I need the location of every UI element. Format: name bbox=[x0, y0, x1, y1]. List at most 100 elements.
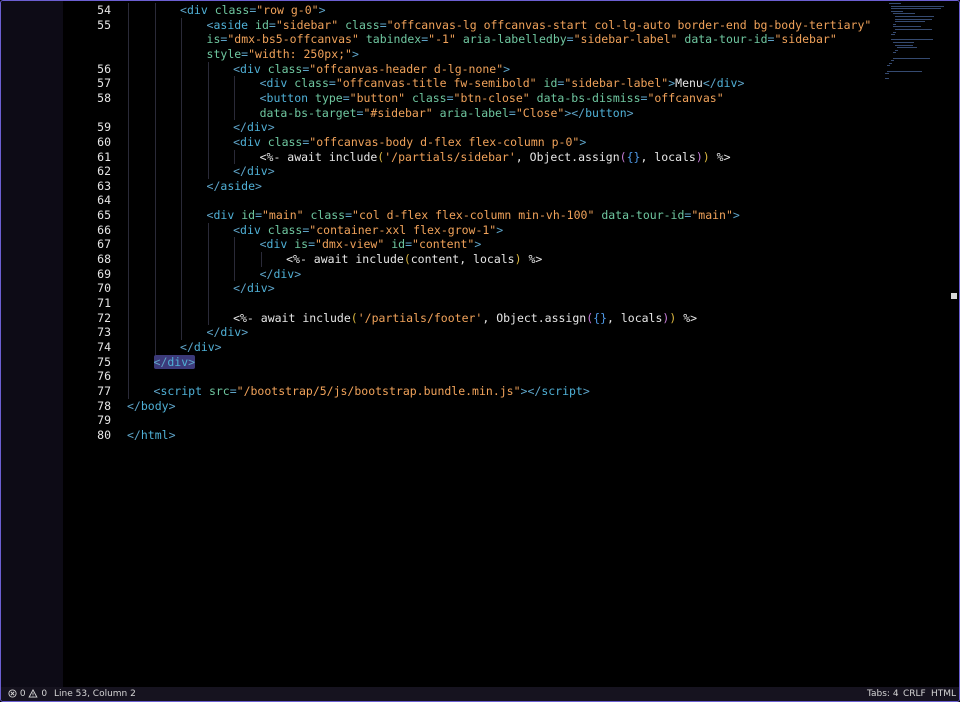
code-line[interactable]: 75 </div> bbox=[63, 354, 953, 370]
code-line[interactable]: 65 <div id="main" class="col d-flex flex-… bbox=[63, 208, 953, 223]
minimap-line bbox=[885, 78, 889, 80]
code-token: > bbox=[267, 164, 275, 179]
code-line[interactable]: data-bs-target="#sidebar" aria-label="Cl… bbox=[63, 106, 953, 121]
error-icon bbox=[8, 689, 17, 698]
code-line[interactable]: 69 </div> bbox=[63, 267, 953, 282]
line-code: </div> bbox=[153, 354, 196, 370]
line-code: </div> bbox=[233, 164, 275, 179]
code-token: "dmx-bs5-offcanvas" bbox=[227, 32, 359, 47]
code-token: = bbox=[508, 105, 516, 120]
tab-size[interactable]: Tabs: 4 bbox=[867, 687, 899, 701]
code-token: > bbox=[474, 237, 482, 252]
line-number: 66 bbox=[97, 222, 111, 237]
line-code: <script src="/bootstrap/5/js/bootstrap.b… bbox=[154, 384, 590, 399]
code-line[interactable]: 77 <script src="/bootstrap/5/js/bootstrap… bbox=[63, 384, 953, 399]
code-token: div bbox=[167, 354, 189, 369]
minimap-line bbox=[893, 13, 915, 15]
line-code: style="width: 250px;"> bbox=[207, 47, 359, 62]
code-token: < bbox=[259, 237, 267, 252]
code-token: "sidebar-label" bbox=[573, 32, 678, 47]
code-line[interactable]: 66 <div class="container-xxl flex-grow-1"… bbox=[63, 223, 953, 238]
code-token: = bbox=[268, 17, 276, 32]
code-line[interactable]: 73 </div> bbox=[63, 325, 953, 340]
code-token: is bbox=[206, 32, 221, 47]
code-token: "sidebar" bbox=[275, 17, 339, 32]
code-line[interactable]: 62 </div> bbox=[63, 164, 953, 179]
code-token: "btn-close" bbox=[453, 90, 530, 105]
code-line[interactable]: 56 <div class="offcanvas-header d-lg-none… bbox=[63, 62, 953, 77]
code-line[interactable]: 68 <%- await include(content, locals) %> bbox=[63, 252, 953, 267]
code-token: ( bbox=[619, 149, 627, 164]
minimap[interactable] bbox=[881, 3, 951, 111]
code-line[interactable]: 64 bbox=[63, 193, 953, 208]
warning-icon bbox=[28, 689, 39, 698]
code-line[interactable]: 78 </body> bbox=[63, 399, 953, 414]
code-line[interactable]: 80 </html> bbox=[63, 428, 953, 443]
code-token: ) bbox=[514, 252, 522, 267]
minimap-line bbox=[885, 73, 889, 75]
code-editor[interactable]: 54 <div class="row g-0"> 55 <aside id="side… bbox=[63, 1, 959, 687]
code-line[interactable]: 55 <aside id="sidebar" class="offcanvas-l… bbox=[63, 18, 953, 33]
code-token: </ bbox=[259, 266, 274, 281]
problems-indicator[interactable]: 0 0 bbox=[8, 687, 47, 701]
code-line[interactable]: 79 bbox=[63, 413, 953, 428]
code-line[interactable]: 58 <button type="button" class="btn-close… bbox=[63, 91, 953, 106]
code-token: < bbox=[233, 222, 241, 237]
code-line[interactable]: 61 <%- await include ('/partials/sidebar',… bbox=[63, 150, 953, 165]
code-line[interactable]: 59 </div> bbox=[63, 120, 953, 135]
line-number: 80 bbox=[97, 427, 111, 442]
code-token: script bbox=[160, 383, 202, 398]
warning-count: 0 bbox=[41, 689, 48, 699]
line-number: 74 bbox=[97, 339, 111, 354]
code-line[interactable]: style="width: 250px;"> bbox=[63, 47, 953, 62]
code-token: </ bbox=[206, 325, 221, 340]
minimap-line bbox=[893, 52, 897, 54]
code-line[interactable]: 63 </aside> bbox=[63, 179, 953, 194]
code-line[interactable]: 57 <div class="offcanvas-title fw-semibol… bbox=[63, 76, 953, 91]
code-line[interactable]: 67 <div is="dmx-view" id="content"> bbox=[63, 237, 953, 252]
code-token: "main" bbox=[262, 208, 304, 223]
code-line[interactable]: 60 <div class="offcanvas-body d-flex flex… bbox=[63, 135, 953, 150]
line-number: 62 bbox=[97, 164, 111, 179]
code-token: button bbox=[266, 90, 309, 105]
code-token: script bbox=[541, 383, 583, 398]
code-token: < bbox=[180, 3, 187, 17]
line-code: </div> bbox=[260, 267, 302, 282]
code-token: > bbox=[318, 3, 326, 17]
cursor-position[interactable]: Line 53, Column 2 bbox=[54, 687, 136, 701]
code-line[interactable]: 70 </div> bbox=[63, 281, 953, 296]
line-number: 77 bbox=[97, 383, 111, 398]
code-line[interactable]: is="dmx-bs5-offcanvas" tabindex="-1" ari… bbox=[63, 32, 953, 47]
code-line[interactable]: 54 <div class="row g-0"> bbox=[63, 3, 953, 18]
code-token: "dmx-view" bbox=[315, 237, 385, 252]
code-token: id bbox=[543, 76, 558, 91]
minimap-line bbox=[891, 8, 942, 10]
code-token: id bbox=[255, 17, 269, 32]
line-endings[interactable]: CRLF bbox=[903, 687, 926, 701]
code-token: < bbox=[259, 90, 267, 105]
code-token: is bbox=[294, 237, 309, 252]
code-token: class bbox=[267, 222, 303, 237]
line-code: </div> bbox=[233, 281, 275, 296]
code-line[interactable]: 72 <%- await include('/partials/footer', … bbox=[63, 311, 953, 326]
code-line[interactable]: 76 bbox=[63, 369, 953, 384]
line-code: <div class="offcanvas-title fw-semibold"… bbox=[260, 76, 745, 91]
line-number: 75 bbox=[97, 354, 111, 369]
code-token: %> bbox=[709, 149, 731, 164]
minimap-line bbox=[895, 21, 925, 23]
language-mode[interactable]: HTML bbox=[931, 687, 956, 701]
line-code: <aside id="sidebar" class="offcanvas-lg … bbox=[207, 18, 872, 33]
scrollbar-thumb[interactable] bbox=[951, 293, 957, 299]
code-line[interactable]: 71 bbox=[63, 296, 953, 311]
code-token: "offcanvas-title fw-semibold" bbox=[335, 76, 537, 91]
code-token: "sidebar" bbox=[774, 32, 837, 47]
code-token: div bbox=[213, 208, 235, 223]
code-line[interactable]: 74 </div> bbox=[63, 340, 953, 355]
minimap-line bbox=[891, 39, 934, 41]
code-token: </ bbox=[153, 354, 168, 369]
code-token: "offcanvas-body d-flex flex-column p-0" bbox=[309, 134, 580, 149]
